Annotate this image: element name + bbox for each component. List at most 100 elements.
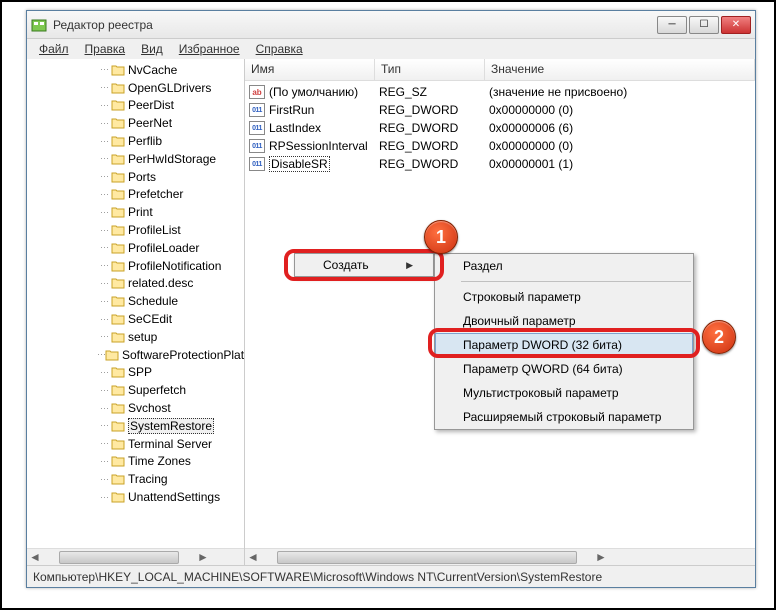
expand-icon[interactable]: ⋯ [97,331,111,342]
expand-icon[interactable]: ⋯ [97,225,111,236]
menu-view[interactable]: Вид [133,40,171,58]
tree-item[interactable]: ⋯OpenGLDrivers [27,79,244,97]
expand-icon[interactable]: ⋯ [97,171,111,182]
value-name: FirstRun [269,103,379,117]
submenu-item[interactable]: Параметр QWORD (64 бита) [435,357,693,381]
tree-item[interactable]: ⋯ Prefetcher [27,186,244,204]
folder-icon [111,437,125,451]
expand-icon[interactable]: ⋯ [97,136,111,147]
scroll-left-icon[interactable]: ◄ [245,550,261,564]
expand-icon[interactable]: ⋯ [97,64,111,75]
tree-item[interactable]: ⋯ProfileLoader [27,239,244,257]
scroll-right-icon[interactable]: ► [593,550,609,564]
minimize-button[interactable]: ─ [657,16,687,34]
tree-item[interactable]: ⋯ PerHwIdStorage [27,150,244,168]
titlebar[interactable]: Редактор реестра ─ ☐ ✕ [27,11,755,39]
expand-icon[interactable]: ⋯ [97,189,111,200]
expand-icon[interactable]: ⋯ [97,403,111,414]
callout-1: 1 [424,220,458,254]
scroll-right-icon[interactable]: ► [195,550,211,564]
tree-item-label: Prefetcher [128,187,183,201]
expand-icon[interactable]: ⋯ [97,260,111,271]
submenu-item[interactable]: Строковый параметр [435,285,693,309]
tree-item[interactable]: ⋯SoftwareProtectionPlatform [27,346,244,364]
expand-icon[interactable]: ⋯ [97,82,111,93]
tree-item[interactable]: ⋯setup [27,328,244,346]
tree-item[interactable]: ⋯Terminal Server [27,435,244,453]
expand-icon[interactable]: ⋯ [97,153,111,164]
scroll-thumb[interactable] [277,551,577,564]
registry-tree[interactable]: ⋯NvCache⋯OpenGLDrivers⋯PeerDist⋯PeerNet⋯… [27,59,244,547]
tree-item[interactable]: ⋯ SystemRestore [27,417,244,435]
tree-item[interactable]: ⋯Svchost [27,399,244,417]
tree-scrollbar-horizontal[interactable]: ◄ ► [27,548,244,565]
close-button[interactable]: ✕ [721,16,751,34]
tree-item[interactable]: ⋯Superfetch [27,381,244,399]
expand-icon[interactable]: ⋯ [97,242,111,253]
tree-item[interactable]: ⋯Ports [27,168,244,186]
folder-icon [111,276,125,290]
scroll-left-icon[interactable]: ◄ [27,550,43,564]
col-type[interactable]: Тип [375,59,485,80]
menu-item-create[interactable]: Создать ▶ [295,254,433,276]
menu-edit[interactable]: Правка [77,40,134,58]
value-row[interactable]: LastIndexREG_DWORD0x00000006 (6) [245,119,755,137]
scroll-thumb[interactable] [59,551,179,564]
expand-icon[interactable]: ⋯ [97,420,111,431]
value-row[interactable]: DisableSRREG_DWORD0x00000001 (1) [245,155,755,173]
tree-item[interactable]: ⋯ProfileNotification [27,257,244,275]
expand-icon[interactable]: ⋯ [97,438,111,449]
tree-item[interactable]: ⋯UnattendSettings [27,488,244,506]
expand-icon[interactable]: ⋯ [97,349,105,360]
tree-item[interactable]: ⋯Print [27,203,244,221]
list-scrollbar-horizontal[interactable]: ◄ ► [245,548,755,565]
value-row[interactable]: (По умолчанию)REG_SZ(значение не присвое… [245,83,755,101]
expand-icon[interactable]: ⋯ [97,278,111,289]
tree-item[interactable]: ⋯SeCEdit [27,310,244,328]
tree-item[interactable]: ⋯PeerNet [27,114,244,132]
tree-item[interactable]: ⋯Schedule [27,292,244,310]
folder-icon [111,330,125,344]
tree-item[interactable]: ⋯NvCache [27,61,244,79]
values-list[interactable]: (По умолчанию)REG_SZ(значение не присвое… [245,81,755,173]
menu-file[interactable]: Файл [31,40,77,58]
expand-icon[interactable]: ⋯ [97,118,111,129]
menu-favorites[interactable]: Избранное [171,40,248,58]
col-value[interactable]: Значение [485,59,755,80]
expand-icon[interactable]: ⋯ [97,207,111,218]
tree-item-label: PerHwIdStorage [128,152,216,166]
submenu-item[interactable]: Мультистроковый параметр [435,381,693,405]
menu-help[interactable]: Справка [248,40,311,58]
tree-item[interactable]: ⋯Time Zones [27,453,244,471]
expand-icon[interactable]: ⋯ [97,367,111,378]
context-menu[interactable]: Создать ▶ [294,253,434,277]
submenu-item[interactable]: Параметр DWORD (32 бита) [435,333,693,357]
expand-icon[interactable]: ⋯ [97,385,111,396]
maximize-button[interactable]: ☐ [689,16,719,34]
value-row[interactable]: FirstRunREG_DWORD0x00000000 (0) [245,101,755,119]
value-type: REG_SZ [379,85,489,99]
folder-icon [111,472,125,486]
expand-icon[interactable]: ⋯ [97,456,111,467]
tree-item[interactable]: ⋯Tracing [27,470,244,488]
value-row[interactable]: RPSessionIntervalREG_DWORD0x00000000 (0) [245,137,755,155]
expand-icon[interactable]: ⋯ [97,314,111,325]
expand-icon[interactable]: ⋯ [97,296,111,307]
submenu-item[interactable]: Двоичный параметр [435,309,693,333]
folder-icon [111,170,125,184]
tree-item-label: SystemRestore [128,418,214,434]
expand-icon[interactable]: ⋯ [97,100,111,111]
tree-item[interactable]: ⋯ProfileList [27,221,244,239]
submenu-item[interactable]: Расширяемый строковый параметр [435,405,693,429]
list-header[interactable]: Имя Тип Значение [245,59,755,81]
expand-icon[interactable]: ⋯ [97,474,111,485]
col-name[interactable]: Имя [245,59,375,80]
submenu-item[interactable]: Раздел [435,254,693,278]
folder-icon [105,348,119,362]
tree-item[interactable]: ⋯PeerDist [27,97,244,115]
create-submenu[interactable]: Раздел Строковый параметрДвоичный парамет… [434,253,694,430]
expand-icon[interactable]: ⋯ [97,492,111,503]
tree-item[interactable]: ⋯Perflib [27,132,244,150]
tree-item[interactable]: ⋯related.desc [27,275,244,293]
tree-item[interactable]: ⋯SPP [27,364,244,382]
